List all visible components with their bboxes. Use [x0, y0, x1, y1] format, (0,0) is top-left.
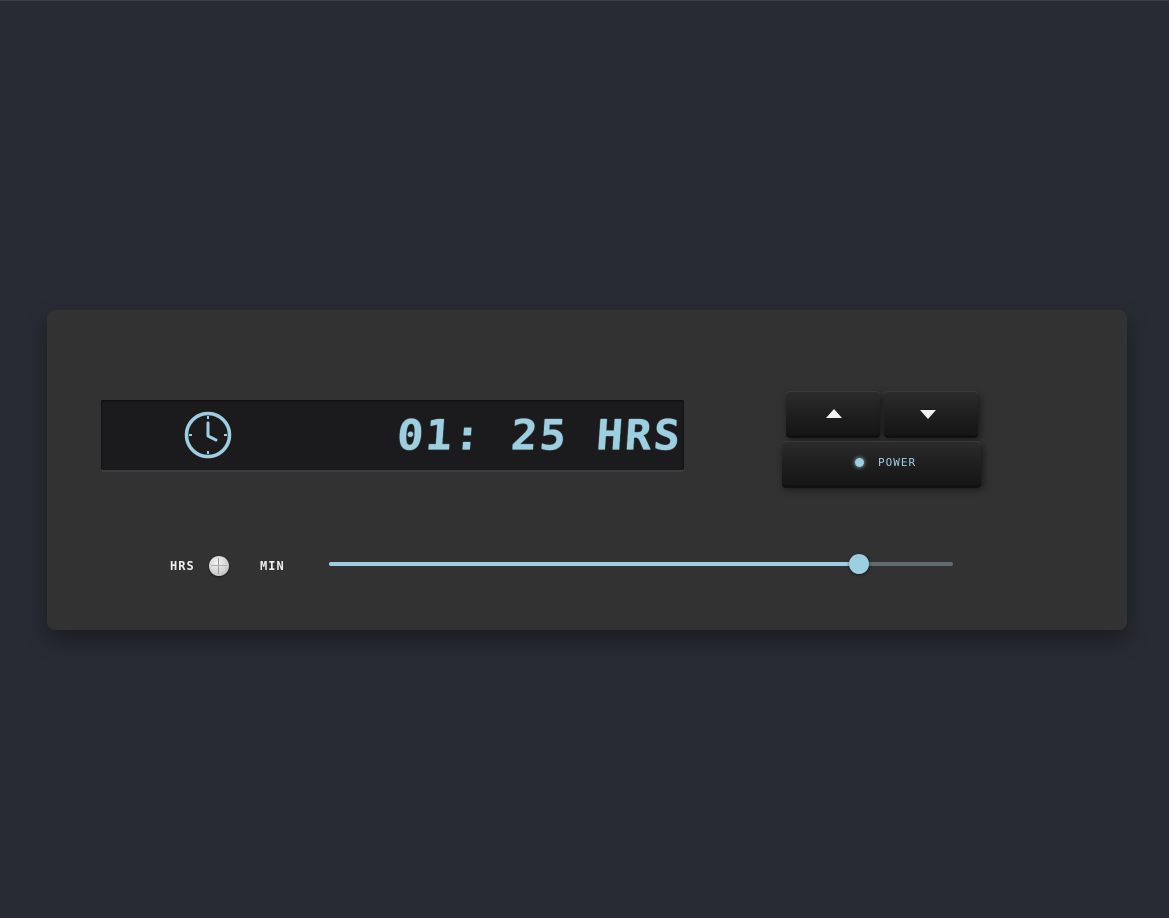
timer-display: 01: 25 HRS	[101, 400, 684, 472]
increase-button[interactable]	[786, 391, 880, 435]
toggle-knob[interactable]	[209, 556, 229, 576]
time-readout: 01: 25 HRS	[395, 411, 684, 460]
timer-panel: 01: 25 HRS POWER HRS MIN	[47, 310, 1127, 630]
unit-label-hrs: HRS	[170, 559, 195, 573]
unit-toggle[interactable]	[207, 556, 243, 576]
decrease-button[interactable]	[884, 391, 978, 435]
power-label: POWER	[878, 456, 917, 469]
top-border	[0, 0, 1169, 1]
time-slider[interactable]	[329, 554, 953, 574]
unit-label-min: MIN	[260, 559, 285, 573]
power-indicator-icon	[855, 458, 864, 467]
triangle-up-icon	[826, 409, 842, 418]
slider-thumb[interactable]	[849, 554, 869, 574]
triangle-down-icon	[920, 410, 936, 419]
slider-fill	[329, 562, 859, 566]
power-button[interactable]: POWER	[782, 441, 981, 485]
clock-icon	[184, 411, 232, 459]
